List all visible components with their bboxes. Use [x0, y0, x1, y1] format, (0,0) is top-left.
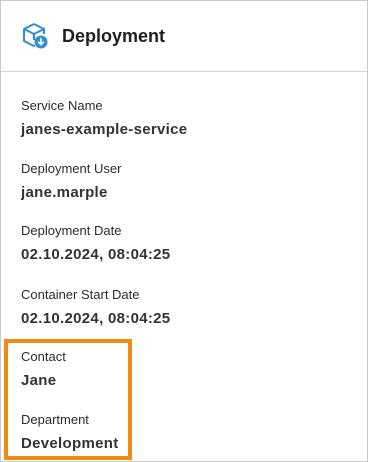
field-value: 02.10.2024, 08:04:25 — [21, 246, 171, 263]
deployment-panel: Deployment Service Name janes-example-se… — [0, 0, 368, 462]
field-deployment-date: Deployment Date 02.10.2024, 08:04:25 — [21, 223, 170, 264]
field-service-name: Service Name janes-example-service — [21, 98, 187, 139]
field-label: Container Start Date — [21, 287, 140, 302]
field-value: janes-example-service — [21, 121, 188, 138]
field-value: 02.10.2024, 08:04:25 — [21, 310, 171, 327]
panel-title: Deployment — [62, 25, 166, 46]
package-deploy-icon — [21, 22, 49, 50]
highlight-box — [4, 339, 132, 460]
panel-header: Deployment — [1, 1, 367, 72]
field-deployment-user: Deployment User jane.marple — [21, 161, 121, 202]
field-label: Deployment User — [21, 161, 122, 176]
field-label: Service Name — [21, 98, 103, 113]
field-value: jane.marple — [21, 184, 108, 201]
field-label: Deployment Date — [21, 223, 122, 238]
field-container-start-date: Container Start Date 02.10.2024, 08:04:2… — [21, 287, 170, 328]
